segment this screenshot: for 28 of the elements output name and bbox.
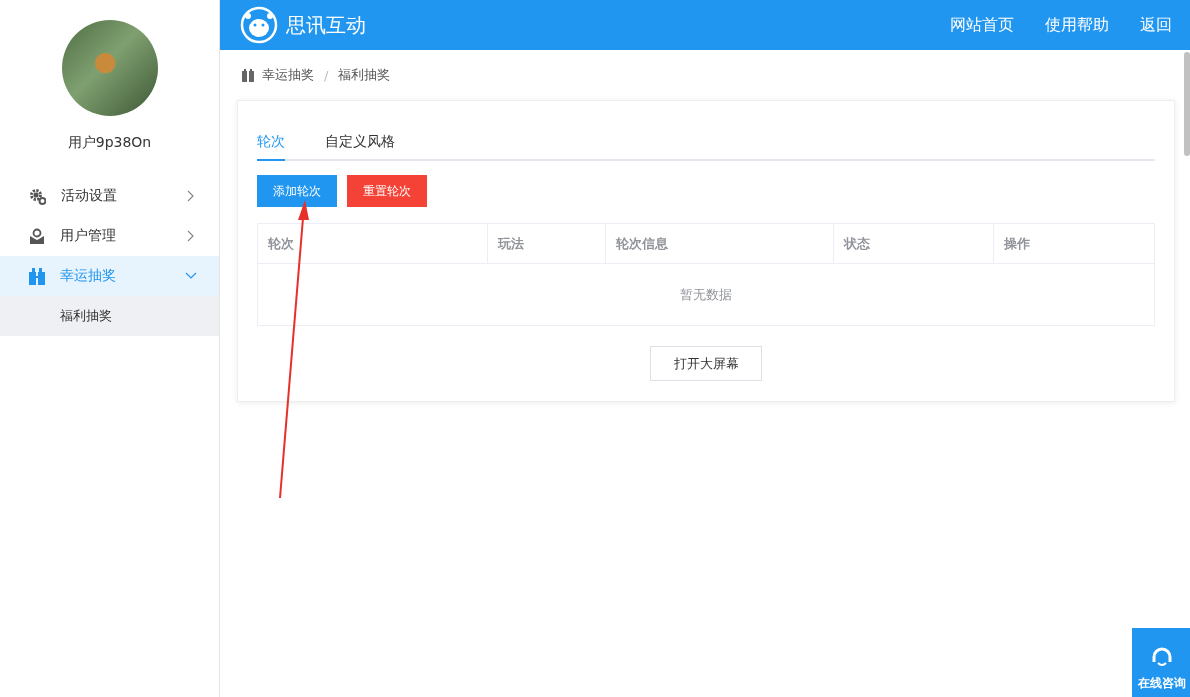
breadcrumb-item[interactable]: 幸运抽奖	[262, 66, 314, 84]
sidebar-item[interactable]: 用户管理	[0, 216, 219, 256]
reset-rounds-button[interactable]: 重置轮次	[347, 175, 427, 207]
add-round-button[interactable]: 添加轮次	[257, 175, 337, 207]
tab[interactable]: 轮次	[257, 125, 285, 161]
bear-logo-icon	[240, 6, 278, 44]
online-consult-button[interactable]: 在线咨询	[1132, 628, 1190, 697]
sidebar-item[interactable]: 活动设置	[0, 176, 219, 216]
brand-name: 思讯互动	[286, 11, 367, 39]
column-header: 状态	[833, 223, 994, 264]
breadcrumb-separator: /	[324, 67, 329, 83]
gear-icon	[29, 187, 46, 205]
column-header: 轮次	[257, 223, 488, 264]
column-header: 玩法	[487, 223, 606, 264]
open-big-screen-button[interactable]: 打开大屏幕	[650, 346, 762, 381]
breadcrumb-item: 福利抽奖	[338, 66, 391, 84]
header-link[interactable]: 网站首页	[950, 14, 1014, 36]
header-link[interactable]: 返回	[1140, 14, 1172, 36]
sidebar-subitem[interactable]: 福利抽奖	[0, 296, 219, 336]
column-header: 操作	[993, 223, 1155, 264]
empty-table-message: 暂无数据	[257, 263, 1155, 326]
tab[interactable]: 自定义风格	[325, 125, 395, 159]
scrollbar-thumb[interactable]	[1184, 52, 1190, 156]
column-header: 轮次信息	[605, 223, 834, 264]
username: 用户9p38On	[66, 134, 153, 150]
sidebar-item[interactable]: 幸运抽奖	[0, 256, 219, 296]
header-link[interactable]: 使用帮助	[1045, 14, 1109, 36]
user-icon	[29, 227, 45, 245]
